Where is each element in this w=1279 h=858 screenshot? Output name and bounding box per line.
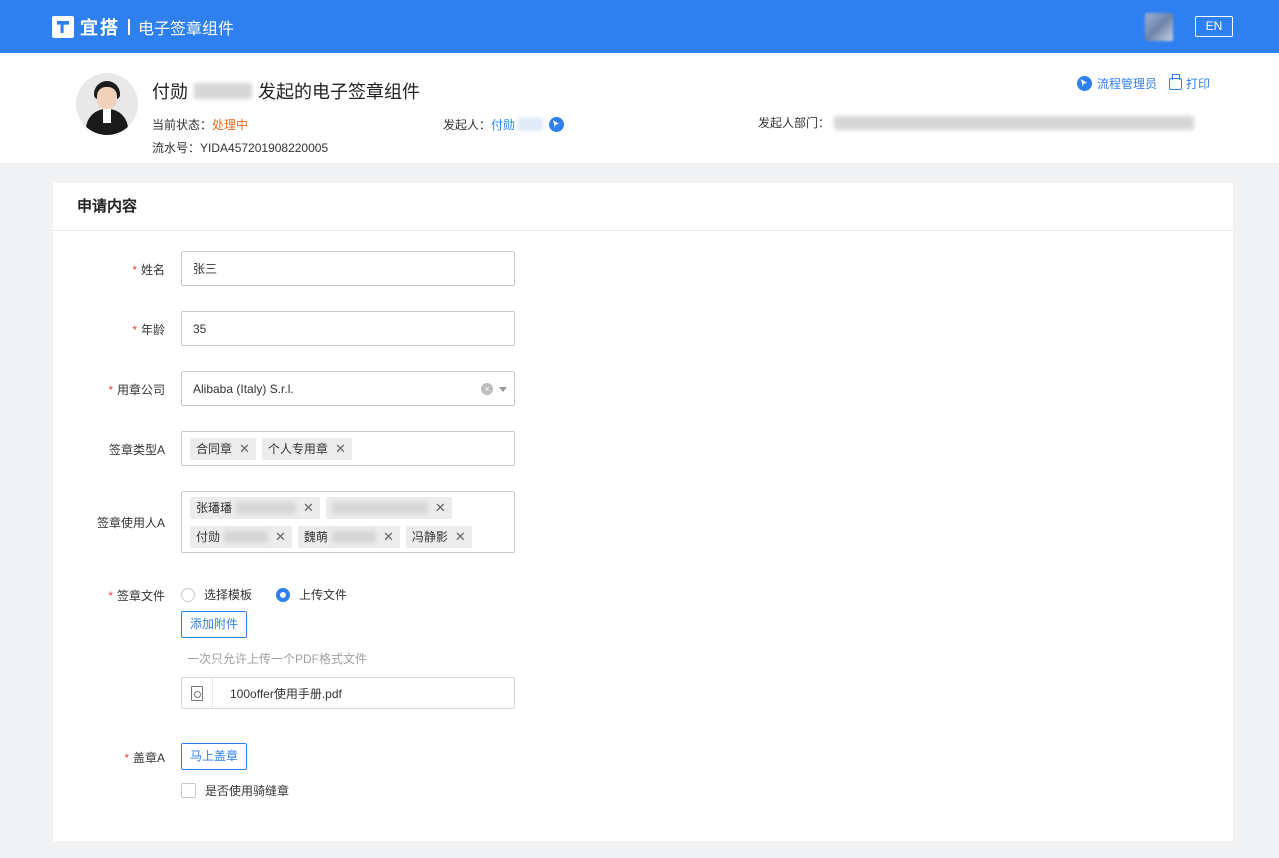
name-input[interactable]: 张三 bbox=[181, 251, 515, 286]
redacted-department bbox=[834, 115, 1195, 130]
tag-item: 合同章 ✕ bbox=[190, 437, 256, 460]
flow-admin-label: 流程管理员 bbox=[1097, 77, 1158, 91]
add-attachment-button[interactable]: 添加附件 bbox=[181, 611, 248, 638]
printer-icon bbox=[1169, 73, 1182, 90]
clear-icon[interactable]: × bbox=[481, 383, 493, 395]
initiator-label: 发起人： bbox=[443, 118, 492, 132]
tag-close-icon[interactable]: ✕ bbox=[275, 529, 286, 545]
title-suffix: 发起的电子签章组件 bbox=[258, 82, 420, 102]
stamp-label: * 盖章A bbox=[124, 751, 165, 765]
status-badge: 处理中 bbox=[212, 118, 249, 132]
tag-close-icon[interactable]: ✕ bbox=[435, 500, 446, 516]
seal-users-select[interactable]: 张璠璠 ✕ ✕ 付勋 ✕ 魏萌 ✕ 冯静影 ✕ bbox=[181, 491, 515, 553]
logo-divider bbox=[128, 19, 130, 35]
department-label: 发起人部门： bbox=[758, 116, 831, 130]
name-label: * 姓名 bbox=[132, 263, 165, 277]
print-link[interactable]: 打印 bbox=[1169, 73, 1211, 92]
company-value: Alibaba (Italy) S.r.l. bbox=[193, 381, 294, 396]
seal-type-label: 签章类型A bbox=[108, 443, 165, 457]
top-navigation-bar: 宜搭 电子签章组件 EN bbox=[0, 0, 1279, 53]
company-select[interactable]: Alibaba (Italy) S.r.l. × bbox=[181, 371, 515, 406]
redacted-name bbox=[194, 83, 252, 99]
redacted-initiator bbox=[517, 118, 544, 131]
stamp-now-button[interactable]: 马上盖章 bbox=[181, 743, 248, 770]
chevron-down-icon[interactable] bbox=[499, 387, 507, 392]
age-label: * 年龄 bbox=[132, 323, 165, 337]
age-input[interactable]: 35 bbox=[181, 311, 515, 346]
app-title: 电子签章组件 bbox=[138, 21, 235, 38]
language-switch-button[interactable]: EN bbox=[1195, 16, 1233, 37]
checkbox-label: 是否使用骑缝章 bbox=[205, 784, 290, 798]
logo[interactable]: 宜搭 电子签章组件 bbox=[52, 14, 234, 40]
initiator-avatar bbox=[76, 73, 138, 135]
seal-file-label: * 签章文件 bbox=[108, 589, 165, 603]
seal-type-select[interactable]: 合同章 ✕ 个人专用章 ✕ bbox=[181, 431, 515, 466]
company-label: * 用章公司 bbox=[108, 383, 165, 397]
flow-admin-link[interactable]: 流程管理员 bbox=[1077, 75, 1157, 92]
age-value: 35 bbox=[193, 321, 207, 336]
dingtalk-icon[interactable] bbox=[549, 117, 565, 132]
initiator-line: 发起人： 付勋 bbox=[443, 116, 565, 133]
yida-logo-icon bbox=[52, 16, 74, 38]
initiator-link[interactable]: 付勋 bbox=[491, 116, 515, 133]
process-header: 付勋 发起的电子签章组件 当前状态：处理中 流水号：YIDA4572019082… bbox=[0, 53, 1279, 163]
flow-admin-icon bbox=[1077, 76, 1092, 91]
page-title: 付勋 发起的电子签章组件 bbox=[152, 78, 420, 104]
title-initiator-name: 付勋 bbox=[152, 82, 188, 102]
print-label: 打印 bbox=[1186, 77, 1211, 91]
uploaded-file-item[interactable]: 100offer使用手册.pdf bbox=[181, 677, 515, 709]
status-label: 当前状态： bbox=[152, 118, 213, 132]
tag-close-icon[interactable]: ✕ bbox=[303, 500, 314, 516]
tag-close-icon[interactable]: ✕ bbox=[455, 529, 466, 545]
seal-users-label: 签章使用人A bbox=[96, 516, 165, 530]
tag-close-icon[interactable]: ✕ bbox=[335, 441, 346, 457]
serial-number: YIDA457201908220005 bbox=[200, 141, 329, 155]
tag-close-icon[interactable]: ✕ bbox=[239, 441, 250, 457]
radio-select-template[interactable]: 选择模板 bbox=[181, 586, 252, 603]
department-line: 发起人部门： bbox=[758, 114, 1195, 131]
tag-item: 付勋 ✕ bbox=[190, 525, 292, 548]
seal-file-radio-group: 选择模板 上传文件 bbox=[181, 586, 347, 603]
serial-line: 流水号：YIDA457201908220005 bbox=[152, 139, 328, 156]
checkbox-box[interactable] bbox=[181, 783, 196, 798]
riding-seal-checkbox[interactable]: 是否使用骑缝章 bbox=[181, 782, 289, 799]
name-value: 张三 bbox=[193, 262, 218, 276]
status-line: 当前状态：处理中 bbox=[152, 116, 248, 133]
tag-item: 个人专用章 ✕ bbox=[261, 437, 352, 460]
application-content-card: 申请内容 * 姓名 张三 * 年龄 35 * 用章公司 Alibaba (Italy)… bbox=[53, 183, 1233, 841]
user-avatar[interactable] bbox=[1145, 13, 1173, 41]
tag-item: 张璠璠 ✕ bbox=[190, 496, 320, 519]
file-name: 100offer使用手册.pdf bbox=[230, 686, 342, 701]
pdf-file-icon bbox=[182, 678, 213, 708]
tag-item: 魏萌 ✕ bbox=[297, 525, 400, 548]
logo-text: 宜搭 bbox=[80, 18, 120, 38]
section-title: 申请内容 bbox=[53, 183, 1233, 231]
tag-item: ✕ bbox=[325, 496, 452, 519]
radio-upload-file[interactable]: 上传文件 bbox=[276, 586, 347, 603]
tag-item: 冯静影 ✕ bbox=[405, 525, 472, 548]
serial-label: 流水号： bbox=[152, 141, 201, 155]
upload-hint: 一次只允许上传一个PDF格式文件 bbox=[187, 652, 368, 666]
tag-close-icon[interactable]: ✕ bbox=[383, 529, 394, 545]
